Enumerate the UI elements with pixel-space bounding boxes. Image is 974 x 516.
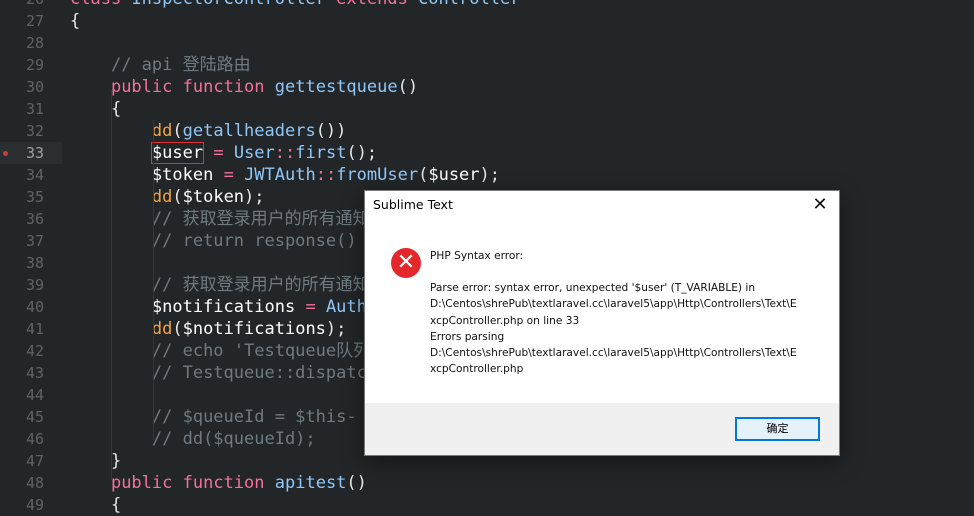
error-line: D:\Centos\shrePub\textlaravel.cc\laravel… xyxy=(430,298,797,311)
code-line[interactable]: // return response() xyxy=(70,230,357,252)
line-number: 38 xyxy=(25,254,44,272)
code-line[interactable]: dd($token); xyxy=(70,186,265,208)
line-number: 32 xyxy=(25,122,44,140)
error-line: D:\Centos\shrePub\textlaravel.cc\laravel… xyxy=(430,347,797,360)
line-number: 46 xyxy=(25,430,44,448)
line-number: 43 xyxy=(25,364,44,382)
code-line[interactable]: { xyxy=(70,98,121,120)
dialog-title: Sublime Text xyxy=(373,197,453,212)
code-line[interactable]: // dd($queueId); xyxy=(70,428,316,450)
code-line[interactable]: // 获取登录用户的所有通知 xyxy=(70,274,370,296)
line-number: 45 xyxy=(25,408,44,426)
error-line: xcpController.php xyxy=(430,363,524,376)
line-number: 31 xyxy=(25,100,44,118)
indent-guide xyxy=(111,90,112,480)
line-number: 26 xyxy=(0,0,44,10)
error-heading: PHP Syntax error: xyxy=(430,250,524,262)
line-number: 36 xyxy=(25,210,44,228)
line-number-gutter: 26 27 28 29 30 31 32 33 34 35 36 37 38 39 40 41 42 43 44 45… xyxy=(0,0,62,514)
error-message: PHP Syntax error: Parse error: syntax er… xyxy=(430,248,822,377)
line-number: 27 xyxy=(25,12,44,30)
indent-guide xyxy=(153,120,154,440)
ok-button[interactable]: 确定 xyxy=(735,417,820,441)
close-icon[interactable]: ✕ xyxy=(807,193,833,217)
line-number: 34 xyxy=(25,166,44,184)
line-number: 29 xyxy=(25,56,44,74)
code-line[interactable]: class InspectorController extends Contro… xyxy=(70,0,520,10)
code-line[interactable]: // Testqueue::dispatch xyxy=(70,362,377,384)
line-number: 37 xyxy=(25,232,44,250)
dialog-footer: 确定 xyxy=(365,403,839,455)
code-line[interactable]: public function apitest() xyxy=(70,472,367,494)
code-line[interactable]: // echo 'Testqueue队列 xyxy=(70,340,370,362)
code-line[interactable]: public function gettestqueue() xyxy=(70,76,418,98)
line-number: 41 xyxy=(25,320,44,338)
line-number: 42 xyxy=(25,342,44,360)
code-line[interactable]: $notifications = Auth xyxy=(70,296,367,318)
line-number: 40 xyxy=(25,298,44,316)
code-line[interactable]: // api 登陆路由 xyxy=(70,54,251,76)
code-line[interactable]: } xyxy=(70,450,121,472)
line-number: 35 xyxy=(25,188,44,206)
line-number: 28 xyxy=(25,34,44,52)
line-number: 30 xyxy=(25,78,44,96)
code-line[interactable]: $user = User::first(); xyxy=(70,142,377,164)
code-line[interactable]: { xyxy=(70,10,80,32)
code-line[interactable]: // 获取登录用户的所有通知 xyxy=(70,208,370,230)
error-dialog: Sublime Text ✕ ✕ PHP Syntax error: Parse… xyxy=(364,190,840,456)
code-line[interactable]: { xyxy=(70,494,121,516)
line-number: 48 xyxy=(25,474,44,492)
error-line: xcpController.php on line 33 xyxy=(430,314,580,327)
line-number: 47 xyxy=(25,452,44,470)
code-line[interactable]: $token = JWTAuth::fromUser($user); xyxy=(70,164,500,186)
line-number: 39 xyxy=(25,276,44,294)
error-line: Errors parsing xyxy=(430,330,505,343)
line-number: 49 xyxy=(25,496,44,514)
error-icon: ✕ xyxy=(391,248,421,278)
line-number: 44 xyxy=(25,386,44,404)
line-number: 33 xyxy=(25,144,44,162)
error-line: Parse error: syntax error, unexpected '$… xyxy=(430,282,756,295)
